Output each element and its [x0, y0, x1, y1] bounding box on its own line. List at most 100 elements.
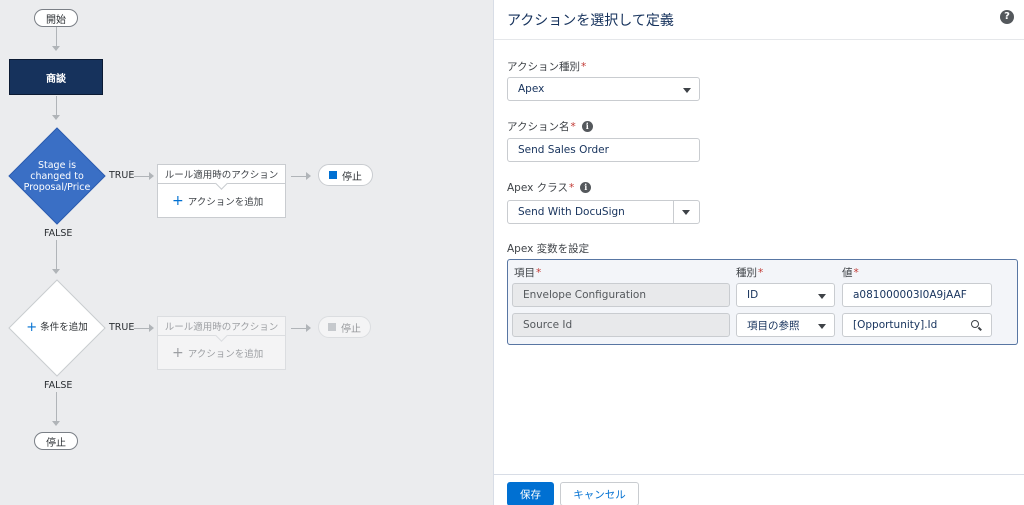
- immediate-actions-header-text: ルール適用時のアクション: [164, 322, 279, 333]
- action-name-label-text: アクション名: [507, 121, 570, 133]
- variable-value-input[interactable]: [Opportunity].Id: [842, 313, 992, 337]
- arrow-down-icon: [52, 46, 60, 51]
- required-marker: *: [580, 60, 587, 73]
- variable-value-input[interactable]: a081000003I0A9jAAF: [842, 283, 992, 307]
- apex-class-label: Apex クラス * i: [507, 180, 592, 195]
- apex-class-select[interactable]: Send With DocuSign: [507, 200, 700, 224]
- connector: [56, 392, 57, 422]
- process-canvas: 開始 商談 Stage is changed to Proposal/Price…: [0, 0, 493, 505]
- connector: [134, 328, 150, 329]
- add-criteria-button[interactable]: + 条件を追加: [18, 316, 96, 338]
- save-button[interactable]: 保存: [507, 482, 554, 505]
- column-header-field: 項目*: [514, 265, 541, 280]
- connector: [291, 328, 307, 329]
- variable-value: a081000003I0A9jAAF: [853, 289, 967, 301]
- info-icon[interactable]: i: [580, 182, 592, 193]
- cancel-button[interactable]: キャンセル: [560, 482, 639, 505]
- required-marker: *: [853, 267, 859, 279]
- true-label: TRUE: [109, 322, 135, 333]
- panel-footer: 保存 キャンセル: [494, 474, 1024, 505]
- arrow-right-icon: [149, 172, 154, 180]
- column-header-type-text: 種別: [736, 267, 757, 279]
- variable-type-value: 項目の参照: [747, 319, 800, 332]
- action-name-input[interactable]: Send Sales Order: [507, 138, 700, 162]
- variable-value: [Opportunity].Id: [853, 319, 938, 331]
- decision-1-line: Proposal/Price: [23, 181, 91, 193]
- add-action-label: アクションを追加: [187, 196, 264, 208]
- decision-1-line: Stage is: [37, 159, 77, 171]
- immediate-actions-1: ルール適用時のアクション + アクションを追加: [157, 164, 286, 218]
- stop-icon: [329, 171, 337, 179]
- true-label: TRUE: [109, 170, 135, 181]
- chevron-down-icon: [818, 324, 826, 329]
- required-marker: *: [758, 267, 764, 279]
- arrow-right-icon: [306, 172, 311, 180]
- question-icon[interactable]: ?: [1000, 10, 1014, 24]
- column-header-type: 種別*: [736, 265, 763, 280]
- arrow-down-icon: [52, 269, 60, 274]
- apex-variables-table: 項目* 種別* 値* Envelope Configuration ID a08…: [507, 259, 1018, 345]
- column-header-field-text: 項目: [514, 267, 535, 279]
- search-icon[interactable]: [971, 320, 979, 328]
- action-type-select[interactable]: Apex: [507, 77, 700, 101]
- variable-type-select[interactable]: 項目の参照: [736, 313, 835, 337]
- arrow-right-icon: [149, 324, 154, 332]
- action-type-label: アクション種別 *: [507, 59, 586, 74]
- column-header-value-text: 値: [842, 267, 853, 279]
- table-row-field: Envelope Configuration: [512, 283, 730, 307]
- immediate-actions-header: ルール適用時のアクション: [158, 165, 285, 184]
- end-stop-node[interactable]: 停止: [34, 432, 78, 450]
- add-criteria-label: 条件を追加: [40, 321, 88, 333]
- start-label: 開始: [46, 14, 66, 26]
- panel-title: アクションを選択して定義: [507, 13, 674, 29]
- decision-1-criteria: Stage is changed to Proposal/Price: [18, 152, 96, 200]
- apex-class-value: Send With DocuSign: [518, 206, 625, 218]
- column-header-value: 値*: [842, 265, 859, 280]
- connector: [56, 27, 57, 47]
- required-marker: *: [536, 267, 542, 279]
- decision-1-line: changed to: [30, 170, 84, 182]
- end-stop-label: 停止: [46, 437, 66, 449]
- chevron-down-icon: [818, 294, 826, 299]
- connector: [56, 240, 57, 270]
- divider: [494, 39, 1024, 40]
- plus-icon: +: [172, 344, 184, 361]
- required-marker: *: [568, 181, 575, 194]
- arrow-down-icon: [52, 115, 60, 120]
- variable-name: Source Id: [523, 319, 573, 331]
- start-node[interactable]: 開始: [34, 9, 78, 27]
- action-panel: アクションを選択して定義 ? アクション種別 * Apex アクション名 * i S…: [493, 0, 1024, 505]
- action-name-label: アクション名 * i: [507, 119, 593, 134]
- stop-icon: [328, 323, 336, 331]
- criteria-object-label: 商談: [46, 73, 66, 85]
- connector: [134, 176, 150, 177]
- immediate-actions-header-text: ルール適用時のアクション: [164, 170, 279, 181]
- stop-label: 停止: [342, 171, 362, 183]
- chevron-down-icon: [683, 88, 691, 93]
- variable-type-select[interactable]: ID: [736, 283, 835, 307]
- apex-class-label-text: Apex クラス: [507, 182, 568, 194]
- connector: [56, 96, 57, 116]
- false-label: FALSE: [44, 228, 73, 239]
- immediate-actions-2: ルール適用時のアクション + アクションを追加: [157, 316, 286, 370]
- dropdown-button[interactable]: [673, 201, 699, 223]
- chevron-down-icon: [682, 210, 690, 215]
- add-action-label: アクションを追加: [187, 348, 264, 360]
- false-label: FALSE: [44, 380, 73, 391]
- action-type-label-text: アクション種別: [507, 61, 580, 73]
- plus-icon: +: [26, 319, 38, 335]
- immediate-actions-header: ルール適用時のアクション: [158, 317, 285, 336]
- stop-node-1[interactable]: 停止: [318, 164, 373, 186]
- required-marker: *: [570, 120, 576, 133]
- action-name-value: Send Sales Order: [518, 144, 609, 156]
- arrow-right-icon: [306, 324, 311, 332]
- plus-icon: +: [172, 192, 184, 209]
- criteria-object-node[interactable]: 商談: [9, 59, 103, 95]
- connector: [291, 176, 307, 177]
- variable-type-value: ID: [747, 289, 759, 301]
- info-icon[interactable]: i: [581, 121, 593, 132]
- apex-variables-label: Apex 変数を設定: [507, 241, 589, 256]
- variable-name: Envelope Configuration: [523, 289, 646, 301]
- apex-variables-label-text: Apex 変数を設定: [507, 243, 590, 255]
- stop-label: 停止: [341, 323, 361, 335]
